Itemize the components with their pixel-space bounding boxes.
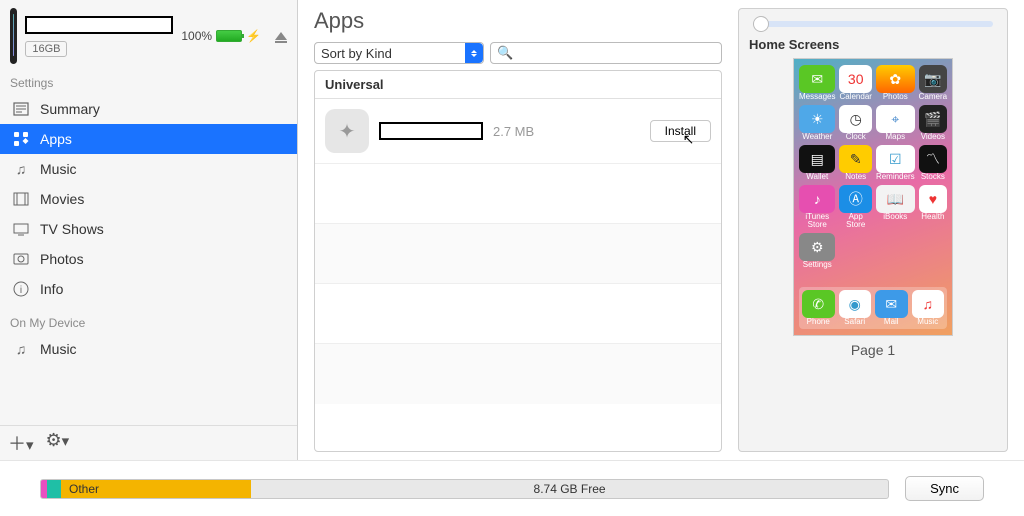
weather-app-icon: ☀ — [799, 105, 835, 133]
zoom-slider[interactable] — [753, 21, 992, 27]
svg-text:i: i — [20, 285, 22, 296]
apps-controls: Sort by Kind 🔍 — [314, 42, 722, 64]
sidebar-item-onmy-music[interactable]: ♫ Music — [0, 334, 297, 364]
music-icon: ♫ — [12, 340, 30, 358]
sidebar-item-label: Music — [40, 341, 77, 357]
app-size: 2.7 MB — [493, 124, 534, 139]
photos-icon — [12, 250, 30, 268]
device-meta: 16GB — [25, 16, 173, 57]
tv-icon — [12, 220, 30, 238]
sidebar-item-summary[interactable]: Summary — [0, 94, 297, 124]
empty-row — [315, 164, 721, 224]
cursor-icon: ↖ — [683, 131, 695, 148]
music-app-icon: ♫ — [912, 290, 945, 318]
eject-icon[interactable] — [275, 32, 287, 40]
settings-app-icon: ⚙ — [799, 233, 835, 261]
sidebar-item-music[interactable]: ♫ Music — [0, 154, 297, 184]
videos-app-icon: 🎬 — [919, 105, 947, 133]
sidebar-item-tvshows[interactable]: TV Shows — [0, 214, 297, 244]
home-screen-preview[interactable]: ✉Messages 30Calendar ✿Photos 📷Camera ☀We… — [793, 58, 953, 336]
device-thumbnail-icon — [10, 8, 17, 64]
device-header: 16GB 100% ⚡ — [0, 0, 297, 72]
storage-usage-bar: Other 8.74 GB Free — [40, 479, 889, 499]
appstore-app-icon: Ⓐ — [839, 185, 871, 213]
icon-grid: ✉Messages 30Calendar ✿Photos 📷Camera ☀We… — [799, 65, 947, 269]
app-placeholder-icon: ✦ — [325, 109, 369, 153]
storage-free: 8.74 GB Free — [251, 480, 888, 498]
sidebar-item-label: Summary — [40, 101, 100, 117]
sidebar-section-settings: Settings — [0, 72, 297, 94]
battery-icon — [216, 30, 242, 42]
sort-select[interactable]: Sort by Kind — [314, 42, 484, 64]
home-screens-title: Home Screens — [747, 37, 841, 58]
messages-app-icon: ✉ — [799, 65, 835, 93]
charging-icon: ⚡ — [246, 29, 261, 43]
search-icon: 🔍 — [497, 45, 513, 61]
search-input[interactable]: 🔍 — [490, 42, 722, 64]
phone-app-icon: ✆ — [802, 290, 835, 318]
app-window: 16GB 100% ⚡ Settings Summary Apps ♫ Musi… — [0, 0, 1024, 460]
main-content: Apps Sort by Kind 🔍 Universal ✦ 2.7 MB I — [298, 0, 1024, 460]
sidebar-item-label: TV Shows — [40, 221, 104, 237]
sidebar-item-movies[interactable]: Movies — [0, 184, 297, 214]
gear-icon[interactable]: ⚙▾ — [46, 430, 70, 456]
battery-status: 100% ⚡ — [181, 29, 261, 43]
summary-icon — [12, 100, 30, 118]
home-page-label: Page 1 — [851, 336, 895, 358]
sidebar-footer: ＋▾ ⚙▾ — [0, 425, 297, 460]
sidebar-item-info[interactable]: i Info — [0, 274, 297, 304]
health-app-icon: ♥ — [919, 185, 947, 213]
movies-icon — [12, 190, 30, 208]
empty-row — [315, 344, 721, 404]
safari-app-icon: ◉ — [839, 290, 872, 318]
storage-segment — [47, 480, 61, 498]
info-icon: i — [12, 280, 30, 298]
notes-app-icon: ✎ — [839, 145, 871, 173]
page-title: Apps — [314, 8, 722, 34]
sidebar-item-photos[interactable]: Photos — [0, 244, 297, 274]
app-row[interactable]: ✦ 2.7 MB Install ↖ — [315, 99, 721, 164]
sidebar-item-label: Info — [40, 281, 63, 297]
reminders-app-icon: ☑ — [876, 145, 915, 173]
battery-percent: 100% — [181, 29, 212, 43]
camera-app-icon: 📷 — [919, 65, 947, 93]
home-screens-panel: Home Screens ✉Messages 30Calendar ✿Photo… — [738, 8, 1008, 452]
chevron-updown-icon — [465, 43, 483, 63]
sort-select-label: Sort by Kind — [321, 46, 392, 61]
mail-app-icon: ✉ — [875, 290, 908, 318]
sync-button[interactable]: Sync — [905, 476, 984, 501]
sidebar-item-label: Music — [40, 161, 77, 177]
storage-segment-other: Other — [61, 480, 251, 498]
slider-thumb[interactable] — [753, 16, 769, 32]
photos-app-icon: ✿ — [876, 65, 915, 93]
sidebar-item-label: Photos — [40, 251, 84, 267]
sidebar-item-label: Movies — [40, 191, 84, 207]
clock-app-icon: ◷ — [839, 105, 871, 133]
ibooks-app-icon: 📖 — [876, 185, 915, 213]
install-button[interactable]: Install ↖ — [650, 120, 711, 142]
bottom-bar: Other 8.74 GB Free Sync — [0, 460, 1024, 516]
maps-app-icon: ⌖ — [876, 105, 915, 133]
apps-icon — [12, 130, 30, 148]
stocks-app-icon: 〽 — [919, 145, 947, 173]
itunes-app-icon: ♪ — [799, 185, 835, 213]
calendar-app-icon: 30 — [839, 65, 871, 93]
apps-list-header: Universal — [315, 71, 721, 99]
device-name-redacted — [25, 16, 173, 34]
empty-row — [315, 224, 721, 284]
empty-row — [315, 284, 721, 344]
apps-list: Universal ✦ 2.7 MB Install ↖ — [314, 70, 722, 452]
sidebar-item-apps[interactable]: Apps — [0, 124, 297, 154]
dock: ✆Phone ◉Safari ✉Mail ♫Music — [799, 287, 947, 329]
sidebar: 16GB 100% ⚡ Settings Summary Apps ♫ Musi… — [0, 0, 298, 460]
wallet-app-icon: ▤ — [799, 145, 835, 173]
sidebar-section-onmy: On My Device — [0, 312, 297, 334]
app-name-redacted — [379, 122, 483, 140]
add-icon[interactable]: ＋▾ — [8, 430, 34, 456]
apps-panel: Apps Sort by Kind 🔍 Universal ✦ 2.7 MB I — [314, 8, 722, 452]
sidebar-item-label: Apps — [40, 131, 72, 147]
music-icon: ♫ — [12, 160, 30, 178]
device-capacity-badge: 16GB — [25, 41, 67, 57]
